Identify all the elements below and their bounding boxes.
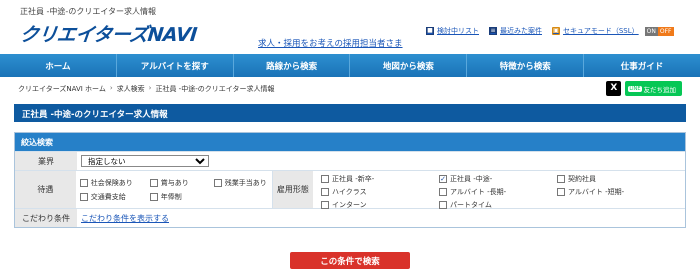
checkbox-label: 正社員 -中途- — [450, 175, 493, 183]
secure-mode-label: セキュアモード（SSL） — [563, 27, 639, 35]
industry-row: 業界 指定しない — [15, 151, 685, 170]
social-buttons: X LINE 友だち追加 — [606, 81, 682, 96]
breadcrumb: クリエイターズNAVI ホーム › 求人検索 › 正社員 -中途-のクリエイター… — [18, 84, 274, 94]
secure-mode-toggle[interactable]: ON OFF — [644, 26, 674, 36]
benefit-checkbox[interactable]: 年俸制 — [149, 192, 208, 202]
line-add-friend-button[interactable]: LINE 友だち追加 — [625, 81, 682, 96]
site-logo[interactable]: クリエイターズNAVI — [19, 20, 199, 47]
checkbox-box — [213, 178, 222, 187]
industry-label: 業界 — [15, 152, 77, 170]
header-links: ■ 検討中リスト ≡ 最近みた案件 ▣ セキュアモード（SSL） ON OFF — [426, 26, 674, 36]
benefits-label: 待遇 — [15, 171, 76, 208]
filter-panel: 絞込検索 業界 指定しない 待遇 社会保険あり 賞与あり 残業手当あり 交通費支… — [14, 132, 686, 228]
toggle-off: OFF — [657, 26, 674, 36]
checkbox-box — [149, 192, 158, 201]
checkbox-box — [79, 178, 88, 187]
recent-viewed-label: 最近みた案件 — [500, 27, 542, 35]
checkbox-label: 賞与あり — [160, 178, 189, 187]
nav-part-time[interactable]: アルバイトを探す — [117, 54, 234, 77]
x-share-button[interactable]: X — [606, 81, 622, 96]
nav-job-guide[interactable]: 仕事ガイド — [584, 54, 700, 77]
checkbox-label: 契約社員 — [568, 175, 596, 183]
checkbox-box — [439, 201, 447, 209]
saved-list-label: 検討中リスト — [437, 27, 479, 35]
breadcrumb-separator: › — [109, 84, 113, 92]
kodawari-label: こだわり条件 — [15, 209, 77, 227]
checkbox-label: 正社員 -新卒- — [332, 175, 375, 183]
checkbox-box — [439, 188, 447, 196]
benefit-checkbox[interactable]: 賞与あり — [149, 178, 208, 188]
benefits-employment-row: 待遇 社会保険あり 賞与あり 残業手当あり 交通費支給 年俸制 雇用形態 正社員… — [15, 170, 685, 209]
employment-options: 正社員 -新卒- ✓ 正社員 -中途- 契約社員 ハイクラス アルバイト -長期-… — [313, 171, 685, 209]
filter-title: 絞込検索 — [15, 133, 685, 151]
checkbox-box — [79, 192, 88, 201]
lock-icon: ▣ — [552, 27, 560, 35]
checkbox-box — [557, 188, 565, 196]
saved-list-link[interactable]: ■ 検討中リスト — [426, 26, 479, 36]
show-kodawari-link[interactable]: こだわり条件を表示する — [81, 213, 169, 224]
checkbox-box — [557, 175, 565, 183]
breadcrumb-home[interactable]: クリエイターズNAVI ホーム — [18, 84, 106, 94]
employment-label: 雇用形態 — [271, 171, 313, 208]
checkbox-checked: ✓ — [439, 175, 447, 183]
checkbox-label: 残業手当あり — [224, 178, 267, 187]
site-tagline: 正社員 -中途-のクリエイター求人情報 — [20, 7, 156, 16]
benefits-options: 社会保険あり 賞与あり 残業手当あり 交通費支給 年俸制 — [79, 178, 284, 202]
employment-checkbox[interactable]: 契約社員 — [557, 174, 677, 184]
page-title: 正社員 -中途-のクリエイター求人情報 — [14, 104, 686, 122]
checkbox-label: 交通費支給 — [90, 192, 126, 201]
nav-feature-search[interactable]: 特徴から検索 — [467, 54, 585, 77]
line-add-friend-label: 友だち追加 — [643, 85, 677, 94]
checkbox-label: アルバイト -短期- — [568, 188, 625, 196]
breadcrumb-search[interactable]: 求人検索 — [117, 84, 145, 94]
checkbox-label: 年俸制 — [160, 192, 182, 201]
employment-checkbox[interactable]: 正社員 -新卒- — [321, 174, 439, 184]
employment-checkbox[interactable]: ハイクラス — [321, 187, 439, 197]
nav-map-search[interactable]: 地図から検索 — [350, 54, 468, 77]
employment-checkbox[interactable]: アルバイト -長期- — [439, 187, 557, 197]
line-icon: LINE — [628, 85, 642, 92]
recent-viewed-link[interactable]: ≡ 最近みた案件 — [489, 26, 542, 36]
book-icon: ■ — [426, 27, 434, 35]
checkbox-box — [321, 188, 329, 196]
checkbox-label: 社会保険あり — [90, 178, 133, 187]
benefit-checkbox[interactable]: 社会保険あり — [79, 178, 144, 188]
checkbox-label: ハイクラス — [332, 188, 367, 196]
nav-route-search[interactable]: 路線から検索 — [234, 54, 351, 77]
list-icon: ≡ — [489, 27, 497, 35]
recruiter-link[interactable]: 求人・採用をお考えの採用担当者さま — [258, 37, 403, 49]
toggle-on: ON — [644, 26, 658, 36]
benefit-checkbox[interactable]: 交通費支給 — [79, 192, 144, 202]
checkbox-box — [321, 175, 329, 183]
nav-home[interactable]: ホーム — [0, 54, 117, 77]
search-button[interactable]: この条件で検索 — [290, 252, 410, 269]
checkbox-box — [149, 178, 158, 187]
breadcrumb-separator: › — [148, 84, 152, 92]
employment-checkbox[interactable]: アルバイト -短期- — [557, 187, 677, 197]
employment-checkbox[interactable]: ✓ 正社員 -中途- — [439, 174, 557, 184]
secure-mode-link[interactable]: ▣ セキュアモード（SSL） — [552, 26, 639, 36]
main-nav: ホーム アルバイトを探す 路線から検索 地図から検索 特徴から検索 仕事ガイド — [0, 54, 700, 77]
checkbox-label: アルバイト -長期- — [450, 188, 507, 196]
industry-select[interactable]: 指定しない — [81, 155, 209, 167]
kodawari-row: こだわり条件 こだわり条件を表示する — [15, 208, 685, 227]
breadcrumb-current: 正社員 -中途-のクリエイター求人情報 — [155, 85, 275, 93]
checkbox-box — [321, 201, 329, 209]
